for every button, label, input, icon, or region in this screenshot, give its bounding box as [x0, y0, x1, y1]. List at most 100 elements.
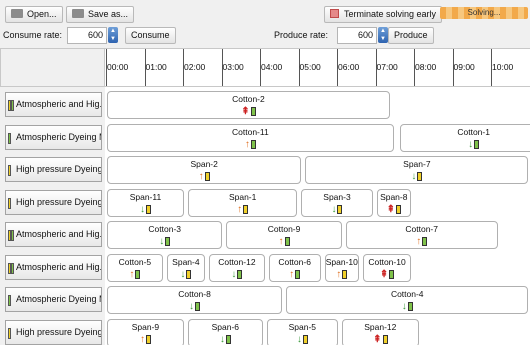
task-bar[interactable]: Span-9 ↑ — [107, 318, 184, 345]
task-name: Cotton-3 — [148, 224, 182, 234]
arrow-down-icon: ↓ — [180, 268, 186, 280]
row-header-corner — [0, 48, 105, 87]
arrow-down-icon: ↓ — [401, 301, 407, 312]
battery-icon — [342, 269, 348, 279]
solving-progress-indicator: Solving... — [440, 6, 528, 20]
battery-icon — [250, 139, 256, 149]
solving-label: Solving... — [467, 8, 501, 17]
arrow-down-icon: ↓ — [331, 203, 337, 215]
resource-row-header[interactable]: Atmospheric Dyeing M... — [5, 124, 102, 150]
task-bar[interactable]: Cotton-12 ↓ — [209, 253, 265, 282]
battery-icon — [295, 269, 301, 279]
arrow-up-icon: ↑ — [244, 138, 250, 150]
resource-row-header[interactable]: Atmospheric and Hig... — [5, 222, 102, 247]
task-bar[interactable]: Cotton-4 ↓ — [286, 286, 529, 314]
arrow-up-icon: ↑ — [129, 268, 135, 280]
task-bar[interactable]: Cotton-5 ↑ — [107, 253, 163, 282]
task-bar[interactable]: Span-10 ↑ — [324, 253, 360, 282]
task-bar[interactable]: Cotton-6 ↑ — [268, 253, 321, 282]
folder-icon — [11, 9, 23, 18]
time-tick-label: 00:00 — [107, 62, 129, 72]
resource-row-label: Atmospheric and Hig... — [16, 261, 102, 272]
task-status-icons: ↑ — [270, 269, 320, 280]
task-status-icons: ↓ — [108, 236, 221, 247]
arrow-up-icon: ↑ — [416, 236, 422, 247]
task-name: Cotton-2 — [232, 94, 265, 104]
resource-row-header[interactable]: Atmospheric and Hig... — [5, 92, 102, 117]
task-bar[interactable]: Cotton-11 ↑ — [107, 123, 394, 152]
arrow-double-icon: ⇞ — [241, 106, 250, 117]
time-ruler: 00:00 01:00 02:00 03:00 04:00 05:00 06:00 07:00… — [105, 48, 530, 87]
task-bar[interactable]: Cotton-3 ↓ — [107, 221, 223, 249]
consume-button[interactable]: Consume — [125, 27, 176, 44]
resource-color-swatch — [8, 165, 11, 176]
produce-rate-spinner[interactable]: ▲ ▼ — [378, 27, 388, 43]
resource-row-header[interactable]: Atmospheric and Hig... — [5, 254, 102, 280]
arrow-double-icon: ⇞ — [373, 333, 382, 345]
battery-icon — [243, 204, 249, 214]
time-tick-label: 04:00 — [261, 62, 283, 72]
save-as-button[interactable]: Save as... — [66, 6, 135, 23]
time-tick-label: 03:00 — [222, 62, 244, 72]
task-bar[interactable]: Cotton-9 ↑ — [226, 221, 342, 249]
battery-icon — [382, 334, 388, 344]
task-name: Cotton-10 — [368, 256, 406, 267]
task-name: Cotton-6 — [278, 256, 311, 267]
task-status-icons: ↑ — [108, 139, 393, 150]
resource-color-swatch — [11, 100, 14, 111]
battery-icon — [417, 172, 423, 181]
produce-button[interactable]: Produce — [388, 27, 434, 44]
battery-icon — [250, 107, 256, 116]
task-bar[interactable]: Cotton-2 ⇞ — [107, 91, 390, 119]
task-bar[interactable]: Span-11 ↓ — [107, 188, 184, 217]
resource-row-header[interactable]: High pressure Dyeing ... — [5, 189, 102, 215]
schedule-grid: Cotton-2 ⇞ Cotton-11 ↑ Cotton-1 ↓ Span-2 ↑ Span-… — [105, 87, 530, 345]
task-status-icons: ↑ — [227, 236, 340, 247]
resource-row-header[interactable]: High pressure Dyeing ... — [5, 319, 102, 345]
produce-rate-label: Produce rate: — [274, 30, 329, 40]
task-bar[interactable]: Span-12 ⇞ — [341, 318, 419, 345]
battery-icon — [204, 172, 210, 181]
task-bar[interactable]: Cotton-7 ↑ — [345, 221, 498, 249]
task-bar[interactable]: Cotton-8 ↓ — [107, 286, 283, 314]
task-name: Span-2 — [190, 159, 218, 169]
battery-icon — [237, 269, 243, 279]
task-bar[interactable]: Span-1 ↑ — [187, 188, 298, 217]
battery-icon — [145, 204, 151, 214]
battery-icon — [186, 269, 192, 279]
resource-row-header[interactable]: Atmospheric Dyeing M... — [5, 287, 102, 312]
terminate-solving-button[interactable]: Terminate solving early — [324, 6, 443, 23]
time-tick-label: 09:00 — [453, 62, 475, 72]
task-status-icons: ↓ — [189, 334, 262, 345]
task-name: Cotton-7 — [405, 224, 438, 234]
consume-rate-label: Consume rate: — [3, 30, 63, 40]
battery-icon — [389, 269, 395, 279]
arrow-down-icon: ↓ — [231, 268, 237, 280]
task-bar[interactable]: Span-7 ↓ — [305, 156, 529, 184]
battery-icon — [284, 237, 290, 246]
task-status-icons: ↓ — [210, 269, 264, 280]
task-name: Span-12 — [364, 321, 397, 332]
open-button[interactable]: Open... — [5, 6, 63, 23]
battery-icon — [195, 302, 201, 311]
task-bar[interactable]: Span-8 ⇞ — [376, 188, 412, 217]
arrow-double-icon: ⇞ — [386, 203, 395, 215]
task-name: Span-11 — [129, 191, 162, 202]
task-bar[interactable]: Span-2 ↑ — [107, 156, 302, 184]
consume-rate-input[interactable]: 600 — [67, 27, 107, 44]
task-status-icons: ↑ — [108, 269, 162, 280]
produce-rate-input[interactable]: 600 — [337, 27, 377, 44]
consume-rate-spinner[interactable]: ▲ ▼ — [108, 27, 118, 43]
open-label: Open... — [27, 9, 57, 19]
task-name: Span-5 — [288, 321, 317, 332]
task-bar[interactable]: Span-6 ↓ — [187, 318, 263, 345]
task-status-icons: ⇞ — [343, 334, 418, 345]
resource-row-header[interactable]: High pressure Dyeing ... — [5, 157, 102, 182]
task-bar[interactable]: Span-5 ↓ — [266, 318, 338, 345]
task-bar[interactable]: Cotton-10 ⇞ — [363, 253, 412, 282]
task-bar[interactable]: Span-3 ↓ — [301, 188, 373, 217]
task-bar[interactable]: Cotton-1 ↓ — [399, 123, 530, 152]
arrow-down-icon: ↓ — [468, 138, 474, 150]
task-bar[interactable]: Span-4 ↓ — [166, 253, 206, 282]
time-tick-label: 01:00 — [145, 62, 167, 72]
